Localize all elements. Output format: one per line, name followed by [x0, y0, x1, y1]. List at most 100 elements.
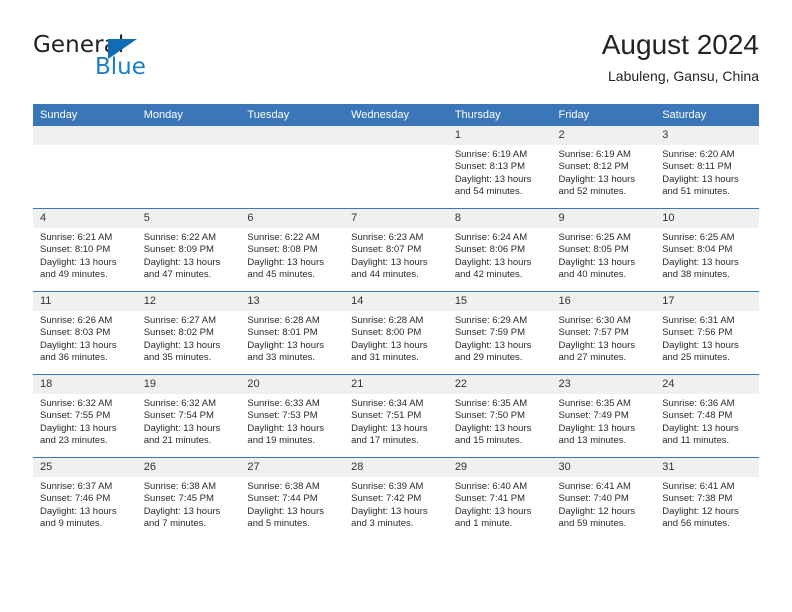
- sunrise-text: Sunrise: 6:28 AM: [247, 315, 320, 326]
- day-number: 4: [33, 209, 137, 228]
- day-number: [344, 126, 448, 145]
- day-number: [136, 126, 241, 145]
- sunset-text: Sunset: 8:07 PM: [351, 244, 422, 256]
- sunset-text: Sunset: 7:45 PM: [143, 493, 214, 505]
- daylight-text: Daylight: 12 hours and 56 minutes.: [662, 505, 739, 530]
- calendar-day-cell[interactable]: 11 Sunrise: 6:26 AM Sunset: 8:03 PM Dayligh…: [33, 291, 137, 375]
- day-number: 14: [344, 292, 448, 311]
- sunset-text: Sunset: 7:38 PM: [662, 493, 733, 505]
- daylight-text: Daylight: 13 hours and 19 minutes.: [247, 422, 324, 447]
- calendar-day-cell[interactable]: 5 Sunrise: 6:22 AM Sunset: 8:09 PM Daylight…: [136, 208, 241, 292]
- sunset-text: Sunset: 8:00 PM: [351, 327, 422, 339]
- sunset-text: Sunset: 8:09 PM: [143, 244, 214, 256]
- sunset-text: Sunset: 7:57 PM: [558, 327, 629, 339]
- sunset-text: Sunset: 7:42 PM: [351, 493, 422, 505]
- calendar-day-cell[interactable]: 4 Sunrise: 6:21 AM Sunset: 8:10 PM Daylight…: [33, 208, 137, 292]
- sunrise-text: Sunrise: 6:29 AM: [454, 315, 528, 326]
- calendar-day-cell[interactable]: 22 Sunrise: 6:35 AM Sunset: 7:50 PM Dayligh…: [447, 374, 552, 458]
- calendar-day-cell[interactable]: 31 Sunrise: 6:41 AM Sunset: 7:38 PM Dayligh…: [655, 457, 759, 540]
- calendar-day-cell[interactable]: 6 Sunrise: 6:22 AM Sunset: 8:08 PM Daylight…: [240, 208, 345, 292]
- calendar-day-cell[interactable]: 21 Sunrise: 6:34 AM Sunset: 7:51 PM Dayligh…: [344, 374, 448, 458]
- sunrise-text: Sunrise: 6:23 AM: [351, 232, 424, 243]
- daylight-text: Daylight: 13 hours and 11 minutes.: [662, 422, 739, 447]
- day-details: Sunrise: 6:21 AM Sunset: 8:10 PM Daylight:…: [33, 228, 137, 282]
- day-number: 12: [136, 292, 241, 311]
- day-number: [240, 126, 345, 145]
- calendar-week-row: 4 Sunrise: 6:21 AM Sunset: 8:10 PM Daylight…: [33, 208, 759, 292]
- sunrise-text: Sunrise: 6:20 AM: [662, 149, 735, 160]
- sunrise-text: Sunrise: 6:22 AM: [143, 232, 217, 243]
- title-block: August 2024 Labuleng, Gansu, China: [602, 28, 759, 87]
- calendar-day-cell[interactable]: 10 Sunrise: 6:25 AM Sunset: 8:04 PM Dayligh…: [655, 208, 759, 292]
- day-number: 18: [33, 375, 137, 394]
- calendar-day-cell[interactable]: 17 Sunrise: 6:31 AM Sunset: 7:56 PM Dayligh…: [655, 291, 759, 375]
- calendar-day-cell[interactable]: 1 Sunrise: 6:19 AM Sunset: 8:13 PM Daylight…: [447, 126, 552, 209]
- calendar-day-cell[interactable]: 28 Sunrise: 6:39 AM Sunset: 7:42 PM Dayligh…: [344, 457, 448, 540]
- calendar-day-cell[interactable]: 30 Sunrise: 6:41 AM Sunset: 7:40 PM Dayligh…: [551, 457, 656, 540]
- calendar-day-cell[interactable]: 3 Sunrise: 6:20 AM Sunset: 8:11 PM Daylight…: [655, 126, 759, 209]
- daylight-text: Daylight: 13 hours and 13 minutes.: [558, 422, 636, 447]
- sunrise-text: Sunrise: 6:33 AM: [247, 398, 320, 409]
- calendar-day-cell[interactable]: 25 Sunrise: 6:37 AM Sunset: 7:46 PM Dayligh…: [33, 457, 137, 540]
- calendar-day-cell[interactable]: 26 Sunrise: 6:38 AM Sunset: 7:45 PM Dayligh…: [136, 457, 241, 540]
- calendar-day-cell[interactable]: 13 Sunrise: 6:28 AM Sunset: 8:01 PM Dayligh…: [240, 291, 345, 375]
- calendar-day-cell[interactable]: 7 Sunrise: 6:23 AM Sunset: 8:07 PM Daylight…: [344, 208, 448, 292]
- calendar-day-cell[interactable]: 8 Sunrise: 6:24 AM Sunset: 8:06 PM Daylight…: [447, 208, 552, 292]
- day-number: 24: [655, 375, 759, 394]
- calendar-cell-empty: [136, 126, 241, 209]
- day-number: 21: [344, 375, 448, 394]
- sunrise-text: Sunrise: 6:25 AM: [558, 232, 631, 243]
- daylight-text: Daylight: 13 hours and 44 minutes.: [351, 256, 428, 281]
- day-details: Sunrise: 6:19 AM Sunset: 8:12 PM Daylight:…: [552, 145, 656, 199]
- sunset-text: Sunset: 8:10 PM: [40, 244, 111, 256]
- calendar-week-row: 25 Sunrise: 6:37 AM Sunset: 7:46 PM Dayligh…: [33, 457, 759, 540]
- day-details: Sunrise: 6:35 AM Sunset: 7:50 PM Daylight:…: [448, 394, 552, 448]
- day-number: [33, 126, 137, 145]
- sunrise-text: Sunrise: 6:24 AM: [454, 232, 528, 243]
- calendar-day-cell[interactable]: 27 Sunrise: 6:38 AM Sunset: 7:44 PM Dayligh…: [240, 457, 345, 540]
- sunrise-text: Sunrise: 6:22 AM: [247, 232, 320, 243]
- sunset-text: Sunset: 7:54 PM: [143, 410, 214, 422]
- calendar-day-cell[interactable]: 15 Sunrise: 6:29 AM Sunset: 7:59 PM Dayligh…: [447, 291, 552, 375]
- daylight-text: Daylight: 13 hours and 9 minutes.: [40, 505, 117, 530]
- daylight-text: Daylight: 13 hours and 5 minutes.: [247, 505, 324, 530]
- daylight-text: Daylight: 13 hours and 52 minutes.: [558, 173, 636, 198]
- day-number: 10: [655, 209, 759, 228]
- calendar-day-cell[interactable]: 2 Sunrise: 6:19 AM Sunset: 8:12 PM Daylight…: [551, 126, 656, 209]
- sunset-text: Sunset: 7:49 PM: [558, 410, 629, 422]
- weekday-header-saturday: Saturday: [655, 104, 759, 126]
- sunrise-text: Sunrise: 6:41 AM: [662, 481, 735, 492]
- calendar-day-cell[interactable]: 16 Sunrise: 6:30 AM Sunset: 7:57 PM Dayligh…: [551, 291, 656, 375]
- sunset-text: Sunset: 7:59 PM: [454, 327, 526, 339]
- daylight-text: Daylight: 13 hours and 1 minute.: [454, 505, 532, 530]
- day-number: 26: [136, 458, 241, 477]
- sunrise-text: Sunrise: 6:30 AM: [558, 315, 631, 326]
- daylight-text: Daylight: 13 hours and 36 minutes.: [40, 339, 117, 364]
- calendar-day-cell[interactable]: 29 Sunrise: 6:40 AM Sunset: 7:41 PM Dayligh…: [447, 457, 552, 540]
- calendar-day-cell[interactable]: 24 Sunrise: 6:36 AM Sunset: 7:48 PM Dayligh…: [655, 374, 759, 458]
- sunrise-text: Sunrise: 6:25 AM: [662, 232, 735, 243]
- daylight-text: Daylight: 13 hours and 29 minutes.: [454, 339, 532, 364]
- calendar-day-cell[interactable]: 23 Sunrise: 6:35 AM Sunset: 7:49 PM Dayligh…: [551, 374, 656, 458]
- calendar-day-cell[interactable]: 12 Sunrise: 6:27 AM Sunset: 8:02 PM Dayligh…: [136, 291, 241, 375]
- day-details: Sunrise: 6:40 AM Sunset: 7:41 PM Daylight:…: [448, 477, 552, 531]
- day-details: Sunrise: 6:41 AM Sunset: 7:38 PM Daylight:…: [655, 477, 759, 531]
- calendar-day-cell[interactable]: 18 Sunrise: 6:32 AM Sunset: 7:55 PM Dayligh…: [33, 374, 137, 458]
- day-number: 29: [447, 458, 552, 477]
- sunset-text: Sunset: 8:04 PM: [662, 244, 733, 256]
- sunrise-text: Sunrise: 6:41 AM: [558, 481, 631, 492]
- calendar-day-cell[interactable]: 19 Sunrise: 6:32 AM Sunset: 7:54 PM Dayligh…: [136, 374, 241, 458]
- day-number: 16: [551, 292, 656, 311]
- sunrise-text: Sunrise: 6:40 AM: [454, 481, 528, 492]
- day-number: 3: [655, 126, 759, 145]
- calendar-day-cell[interactable]: 14 Sunrise: 6:28 AM Sunset: 8:00 PM Dayligh…: [344, 291, 448, 375]
- daylight-text: Daylight: 13 hours and 25 minutes.: [662, 339, 739, 364]
- calendar-day-cell[interactable]: 9 Sunrise: 6:25 AM Sunset: 8:05 PM Daylight…: [551, 208, 656, 292]
- sunset-text: Sunset: 8:12 PM: [558, 161, 629, 173]
- sunset-text: Sunset: 7:40 PM: [558, 493, 629, 505]
- day-number: 22: [447, 375, 552, 394]
- daylight-text: Daylight: 13 hours and 38 minutes.: [662, 256, 739, 281]
- sunrise-text: Sunrise: 6:34 AM: [351, 398, 424, 409]
- sunrise-text: Sunrise: 6:38 AM: [247, 481, 320, 492]
- calendar-day-cell[interactable]: 20 Sunrise: 6:33 AM Sunset: 7:53 PM Dayligh…: [240, 374, 345, 458]
